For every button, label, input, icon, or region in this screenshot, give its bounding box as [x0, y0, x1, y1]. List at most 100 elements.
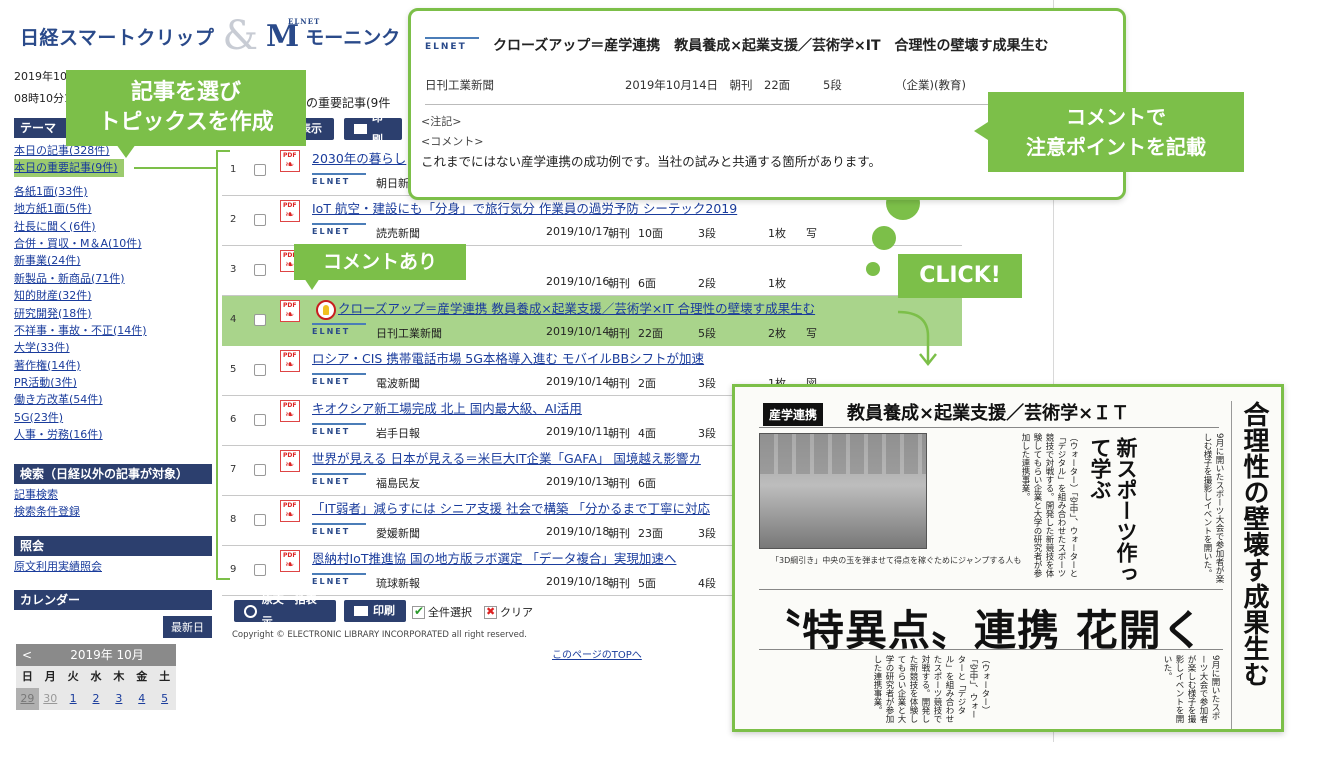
weekday: 日	[21, 670, 33, 683]
theme-item[interactable]: 知的財産(32件)	[14, 287, 147, 304]
pdf-icon[interactable]	[280, 550, 300, 572]
check-icon	[412, 604, 425, 619]
article-checkbox[interactable]	[254, 164, 266, 176]
logo: 日経スマートクリップ & M ELNET モーニンク	[20, 13, 400, 59]
clip-body-d: 9月に開いたスポーツ大会で参加者が楽しむ様子を撮影しイベントを開いた。	[1162, 655, 1220, 723]
article-title-link[interactable]: 2030年の暮らし	[312, 148, 406, 167]
article-number: 9	[230, 564, 237, 575]
calendar-day[interactable]: 29	[16, 688, 39, 710]
article-title-link[interactable]: クローズアップ＝産学連携 教員養成×起業支援／芸術学×IT 合理性の壁壊す成果生…	[338, 298, 815, 317]
theme-item[interactable]: 新事業(24件)	[14, 252, 147, 269]
article-sheets: 1枚	[768, 277, 786, 290]
article-page: 23面	[638, 527, 663, 540]
calendar-day[interactable]: 2	[85, 688, 108, 710]
batch-show-button[interactable]: 原文一括表示	[234, 593, 336, 628]
cross-icon	[484, 605, 497, 619]
popup-paper: 日刊工業新聞	[425, 78, 494, 92]
pdf-icon[interactable]	[280, 200, 300, 222]
article-checkbox[interactable]	[254, 364, 266, 376]
article-paper: 読売新聞	[376, 227, 420, 240]
article-checkbox[interactable]	[254, 414, 266, 426]
callout-line: コメントで	[1066, 105, 1166, 129]
article-date: 2019/10/18	[546, 575, 610, 588]
article-title-link[interactable]: IoT 航空・建設にも「分身」で旅行気分 作業員の過労予防 シーテック2019	[312, 198, 737, 217]
theme-item[interactable]: 地方紙1面(5件)	[14, 200, 147, 217]
article-edition: 朝刊	[608, 427, 630, 440]
pdf-icon[interactable]	[280, 350, 300, 372]
search-condition-link[interactable]: 検索条件登録	[14, 503, 212, 520]
article-number: 6	[230, 414, 237, 425]
article-paper: 琉球新報	[376, 577, 420, 590]
article-checkbox[interactable]	[254, 514, 266, 526]
theme-item[interactable]: 働き方改革(54件)	[14, 391, 147, 408]
theme-item-important[interactable]: 本日の重要記事(9件)	[14, 159, 124, 177]
bubble-dot-medium	[872, 226, 896, 250]
elnet-logo: ELNET	[312, 373, 366, 389]
clip-photo	[759, 433, 927, 549]
popup-comment-label: <コメント>	[421, 135, 484, 148]
article-date: 2019/10/14	[546, 375, 610, 388]
calendar-day[interactable]: 1	[62, 688, 85, 710]
clear-button[interactable]: クリア	[484, 604, 533, 620]
article-search-link[interactable]: 記事検索	[14, 486, 212, 503]
article-page: 6面	[638, 277, 656, 290]
current-time: 08時10分1	[14, 92, 71, 105]
article-dan: 4段	[698, 577, 716, 590]
clip-rule	[759, 649, 1223, 650]
article-number: 1	[230, 164, 237, 175]
article-date: 2019/10/13	[546, 475, 610, 488]
clip-badge: 産学連携	[763, 403, 824, 426]
calendar-day[interactable]: 5	[153, 688, 176, 710]
pdf-icon[interactable]	[280, 500, 300, 522]
select-all-button[interactable]: 全件選択	[412, 604, 472, 620]
search-header: 検索（日経以外の記事が対象）	[14, 464, 212, 484]
elnet-logo: ELNET	[312, 473, 366, 489]
pdf-icon[interactable]	[280, 300, 300, 322]
article-checkbox[interactable]	[254, 464, 266, 476]
article-checkbox[interactable]	[254, 564, 266, 576]
article-dan: 2段	[698, 277, 716, 290]
article-title-link[interactable]: 「IT弱者」減らすには シニア支援 社会で構築 「分かるまで丁寧に対応	[312, 498, 710, 517]
article-title-link[interactable]: ロシア・CIS 携帯電話市場 5G本格導入進む モバイルBBシフトが加速	[312, 348, 704, 367]
newest-day-button[interactable]: 最新日	[163, 616, 212, 638]
article-title-link[interactable]: 世界が見える 日本が見える＝米巨大IT企業「GAFA」 国境越え影響カ	[312, 448, 701, 467]
theme-item[interactable]: 著作権(14件)	[14, 357, 147, 374]
theme-item[interactable]: 社長に聞く(6件)	[14, 218, 147, 235]
calendar-day[interactable]: 30	[39, 688, 62, 710]
theme-item[interactable]: 不祥事・事故・不正(14件)	[14, 322, 147, 339]
logo-ampersand: &	[222, 13, 259, 59]
article-dan: 5段	[698, 327, 716, 340]
page-top-link[interactable]: このページのTOPへ	[552, 646, 642, 661]
usage-inquiry-link[interactable]: 原文利用実績照会	[14, 558, 212, 575]
article-photo-flag: 写	[806, 327, 817, 340]
article-number: 7	[230, 464, 237, 475]
pdf-icon[interactable]	[280, 450, 300, 472]
calendar-day[interactable]: 3	[107, 688, 130, 710]
article-title-link[interactable]: キオクシア新工場完成 北上 国内最大級、AI活用	[312, 398, 582, 417]
pdf-icon[interactable]	[280, 400, 300, 422]
article-edition: 朝刊	[608, 477, 630, 490]
inquiry-header: 照会	[14, 536, 212, 556]
print-button-bottom[interactable]: 印刷	[344, 600, 406, 622]
popup-date: 2019年10月14日 朝刊 22面	[625, 78, 791, 92]
theme-item[interactable]: 大学(33件)	[14, 339, 147, 356]
theme-item[interactable]: 合併・買収・M＆A(10件)	[14, 235, 147, 252]
prev-month-button[interactable]: <	[16, 644, 38, 666]
theme-item[interactable]: 5G(23件)	[14, 409, 147, 426]
article-title-link[interactable]: 恩納村IoT推進協 国の地方版ラボ選定 「データ複合」実現加速へ	[312, 548, 676, 567]
pdf-icon[interactable]	[280, 150, 300, 172]
weekday: 水	[90, 670, 102, 683]
theme-item[interactable]: 新製品・新商品(71件)	[14, 270, 147, 287]
calendar-day[interactable]: 4	[130, 688, 153, 710]
theme-item[interactable]: 人事・労務(16件)	[14, 426, 147, 443]
article-checkbox[interactable]	[254, 264, 266, 276]
article-checkbox[interactable]	[254, 314, 266, 326]
theme-item[interactable]: 各紙1面(33件)	[14, 183, 147, 200]
print-button-top[interactable]: 印刷	[344, 111, 402, 146]
article-page: 4面	[638, 427, 656, 440]
comment-icon[interactable]	[316, 300, 336, 320]
callout-line: 注意ポイントを記載	[1026, 135, 1206, 159]
theme-item[interactable]: PR活動(3件)	[14, 374, 147, 391]
article-checkbox[interactable]	[254, 214, 266, 226]
theme-item[interactable]: 研究開発(18件)	[14, 305, 147, 322]
